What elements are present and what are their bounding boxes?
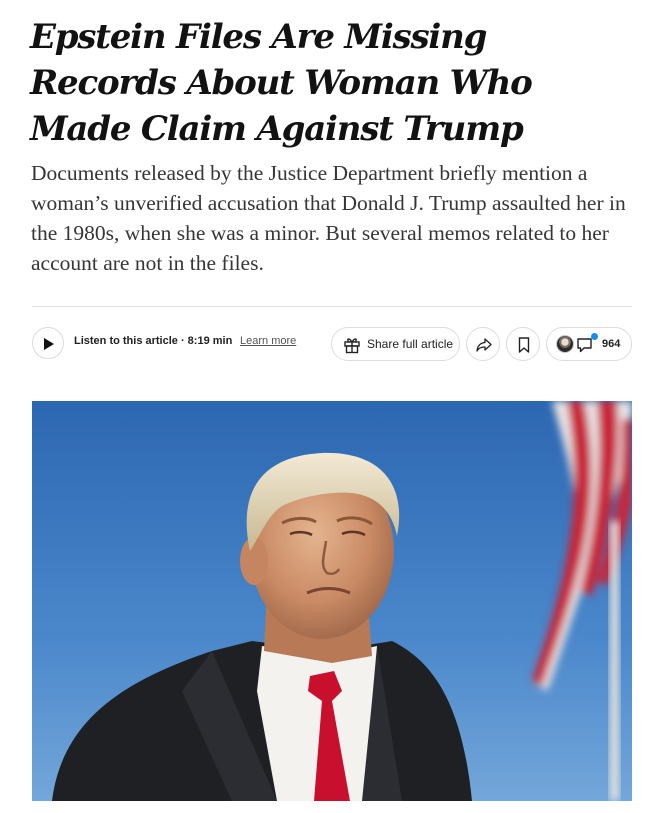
notification-dot xyxy=(591,333,598,340)
play-icon xyxy=(44,338,54,350)
share-full-label: Share full article xyxy=(367,337,454,351)
learn-more-link[interactable]: Learn more xyxy=(240,335,296,347)
save-button[interactable] xyxy=(506,327,540,361)
gift-icon xyxy=(344,338,360,354)
comments-button[interactable]: 964 xyxy=(546,327,632,361)
share-button[interactable] xyxy=(466,327,500,361)
share-icon xyxy=(476,338,492,352)
listen-label: Listen to this article · 8:19 min xyxy=(74,335,233,347)
article-summary: Documents released by the Justice Depart… xyxy=(31,161,626,275)
portrait-illustration xyxy=(32,401,632,801)
avatar xyxy=(556,335,574,353)
share-full-article-button[interactable]: Share full article xyxy=(331,327,460,361)
play-audio-button[interactable] xyxy=(32,327,64,359)
article-toolbar: Listen to this article · 8:19 min Learn … xyxy=(32,327,632,361)
comment-count: 964 xyxy=(602,338,621,350)
divider xyxy=(32,306,632,307)
article-photo xyxy=(32,401,632,801)
article-headline: Epstein Files Are Missing Records About … xyxy=(30,17,533,149)
bookmark-icon xyxy=(518,337,530,353)
